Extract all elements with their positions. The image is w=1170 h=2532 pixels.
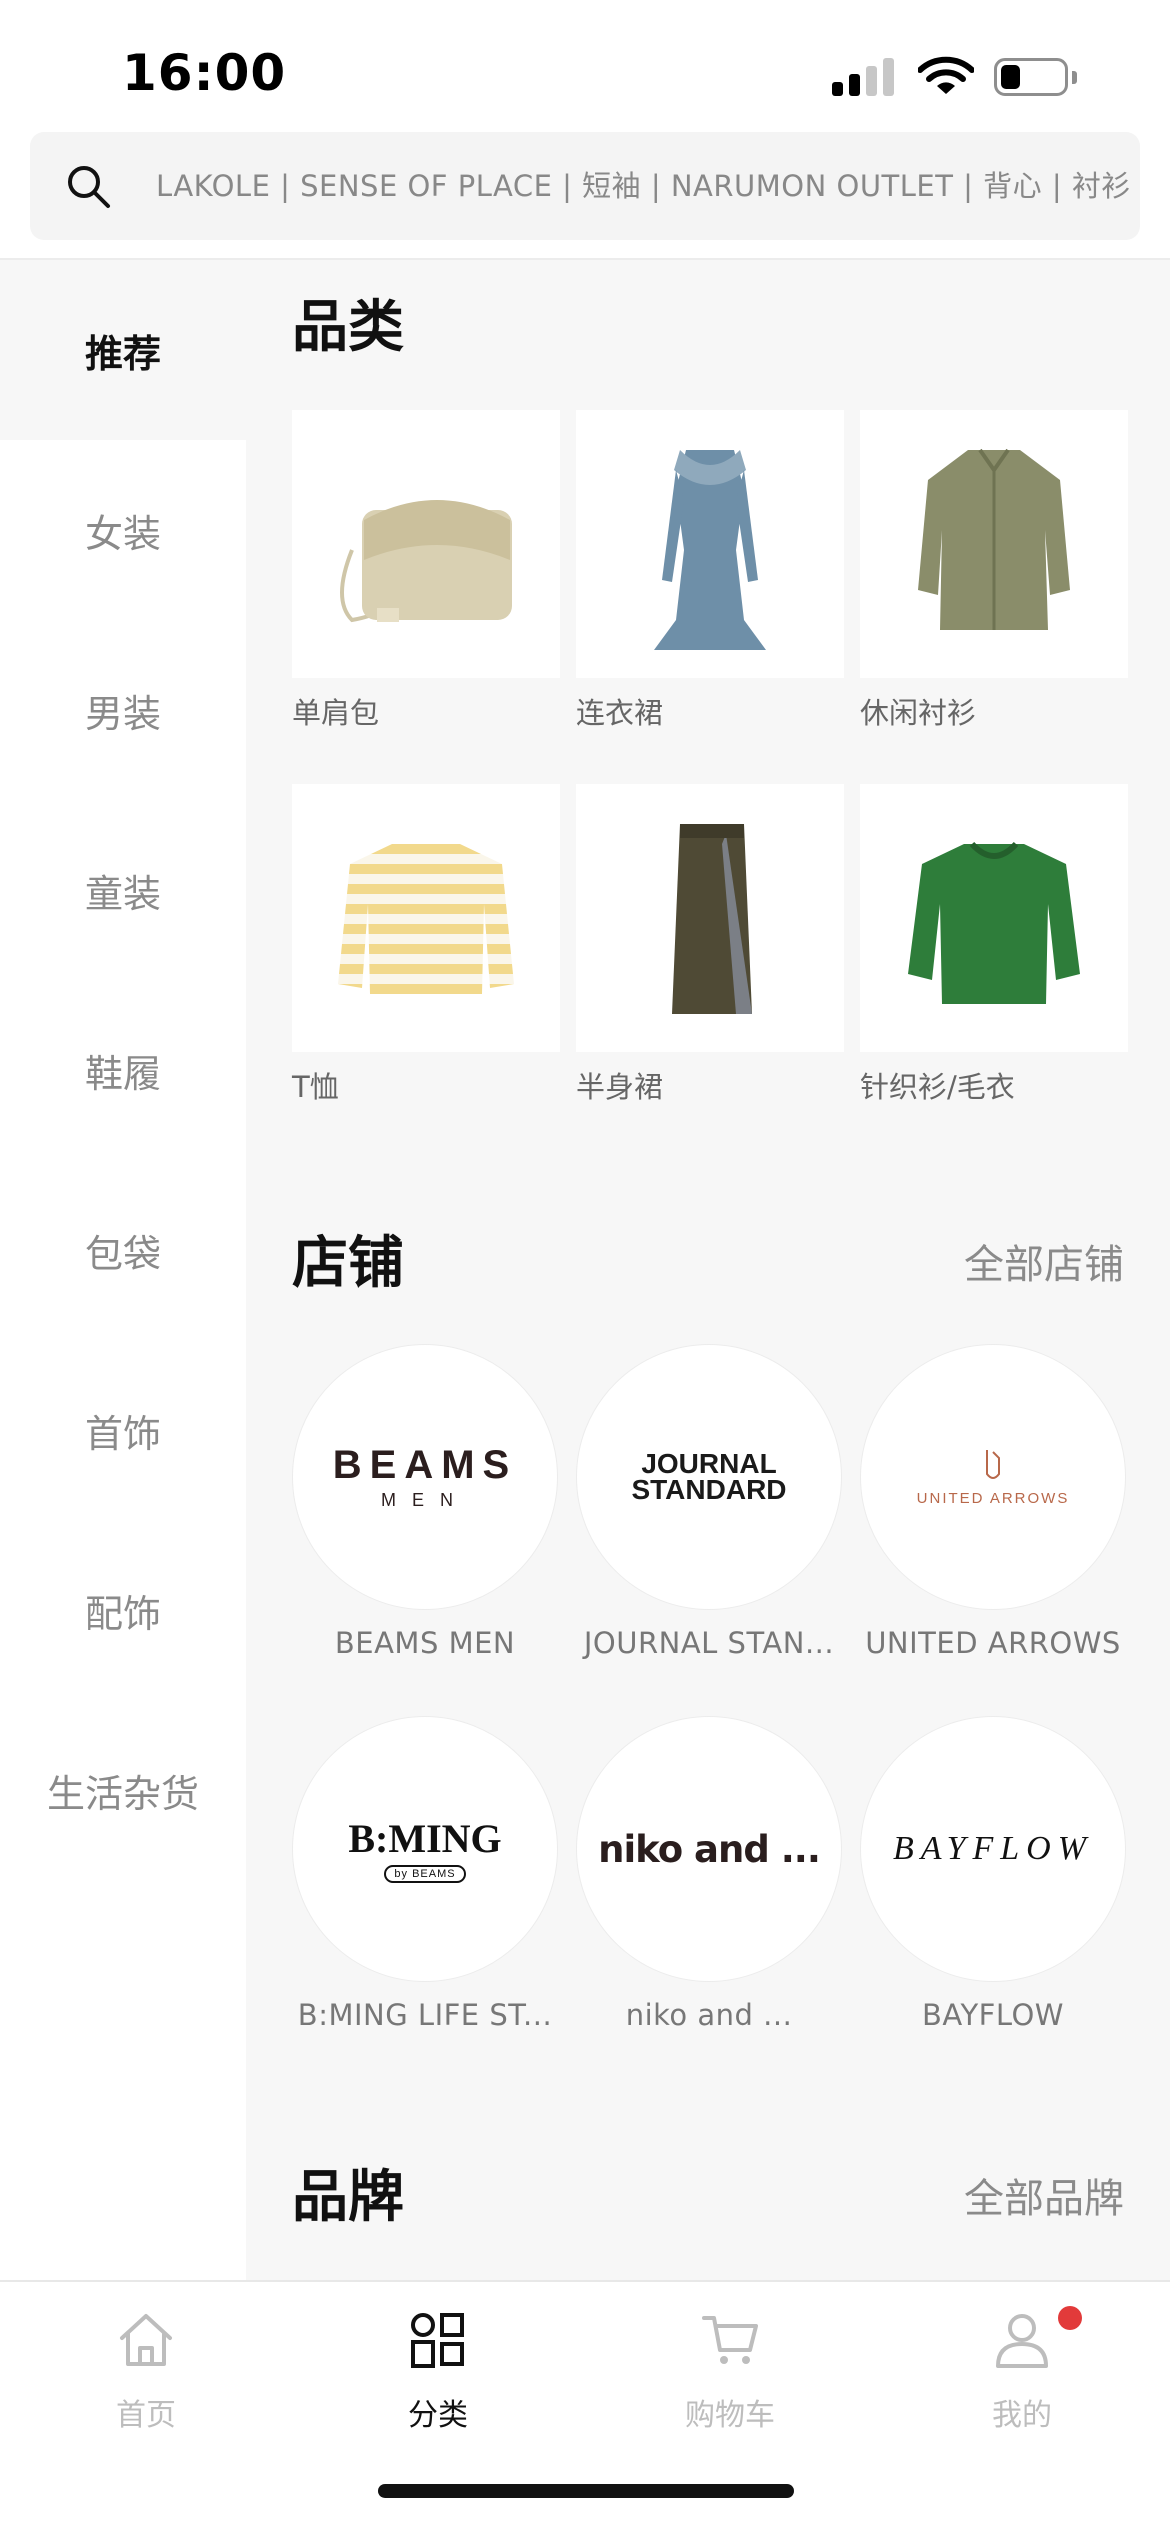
sidebar-item-women[interactable]: 女装 <box>0 440 246 620</box>
sidebar-item-jewelry[interactable]: 首饰 <box>0 1340 246 1520</box>
status-icons <box>832 52 1092 102</box>
store-label: JOURNAL STAN... <box>583 1626 835 1660</box>
tab-label: 分类 <box>408 2398 468 2433</box>
tab-label: 我的 <box>992 2398 1052 2433</box>
status-bar: 16:00 <box>0 0 1170 130</box>
cart-icon <box>702 2316 758 2364</box>
status-time: 16:00 <box>122 44 287 102</box>
sidebar-item-shoes[interactable]: 鞋履 <box>0 980 246 1160</box>
store-logo: BAYFLOW <box>892 1830 1094 1867</box>
category-tile-dress[interactable] <box>576 410 844 678</box>
section-title-categories: 品类 <box>292 295 404 360</box>
tab-profile[interactable]: 我的 <box>876 2282 1168 2462</box>
category-sidebar: 推荐 女装 男装 童装 鞋履 包袋 首饰 配饰 生活杂货 <box>0 260 246 2280</box>
home-indicator <box>378 2484 794 2498</box>
store-logo-beams-men[interactable]: BEAMS MEN <box>292 1344 558 1610</box>
skirt-image <box>672 824 752 1014</box>
store-logo: JOURNAL STANDARD <box>631 1448 787 1505</box>
tab-label: 首页 <box>116 2398 176 2433</box>
tab-home[interactable]: 首页 <box>0 2282 292 2462</box>
striped-tshirt-image <box>338 844 514 994</box>
category-tile-shoulder-bag[interactable] <box>292 410 560 678</box>
search-input-placeholder[interactable]: LAKOLE | SENSE OF PLACE | 短袖 | NARUMON O… <box>156 132 1131 240</box>
category-label: 针织衫/毛衣 <box>860 1070 1015 1104</box>
store-logo: B:MING by BEAMS <box>348 1815 502 1883</box>
home-icon <box>120 2314 172 2366</box>
category-tile-skirt[interactable] <box>576 784 844 1052</box>
category-tile-tshirt[interactable] <box>292 784 560 1052</box>
sidebar-item-recommend[interactable]: 推荐 <box>0 260 246 440</box>
store-label: BAYFLOW <box>921 1998 1064 2032</box>
store-label: UNITED ARROWS <box>865 1626 1121 1660</box>
sidebar-item-lifestyle[interactable]: 生活杂货 <box>0 1700 246 1880</box>
tab-cart[interactable]: 购物车 <box>584 2282 876 2462</box>
category-label: 单肩包 <box>292 696 380 730</box>
all-stores-link[interactable]: 全部店铺 <box>964 1232 1124 1290</box>
profile-icon <box>996 2314 1048 2368</box>
dress-image <box>654 450 766 650</box>
store-label: BEAMS MEN <box>334 1626 516 1660</box>
notification-badge <box>1058 2306 1082 2330</box>
search-bar[interactable]: LAKOLE | SENSE OF PLACE | 短袖 | NARUMON O… <box>30 132 1140 240</box>
category-label: 半身裙 <box>576 1070 664 1104</box>
section-title-brands: 品牌 <box>292 2165 404 2230</box>
shoulder-bag-image <box>340 500 512 623</box>
category-tile-sweater[interactable] <box>860 784 1128 1052</box>
store-logo-bming[interactable]: B:MING by BEAMS <box>292 1716 558 1982</box>
sidebar-item-bags[interactable]: 包袋 <box>0 1160 246 1340</box>
category-tile-casual-shirt[interactable] <box>860 410 1128 678</box>
cellular-signal-icon <box>832 56 894 96</box>
store-logo: niko and ... <box>598 1827 821 1871</box>
store-label: niko and ... <box>625 1998 793 2032</box>
sidebar-item-kids[interactable]: 童装 <box>0 800 246 980</box>
battery-level <box>1001 65 1020 89</box>
store-logo-journal-standard[interactable]: JOURNAL STANDARD <box>576 1344 842 1610</box>
battery-icon <box>994 58 1068 96</box>
store-logo: UNITED ARROWS <box>917 1448 1070 1507</box>
section-title-stores: 店铺 <box>292 1231 404 1296</box>
sweater-image <box>908 841 1080 1004</box>
main-content: 品类 单肩包 连衣裙 休闲衬衫 T恤 半身裙 针织衫/毛衣 店铺 全部店铺 BE… <box>246 260 1170 2280</box>
sidebar-item-accessories[interactable]: 配饰 <box>0 1520 246 1700</box>
all-brands-link[interactable]: 全部品牌 <box>964 2166 1124 2224</box>
casual-shirt-image <box>918 448 1070 630</box>
sidebar-item-men[interactable]: 男装 <box>0 620 246 800</box>
category-label: 连衣裙 <box>576 696 664 730</box>
store-logo-niko-and[interactable]: niko and ... <box>576 1716 842 1982</box>
tab-category[interactable]: 分类 <box>292 2282 584 2462</box>
united-arrows-mark-icon <box>986 1449 1000 1479</box>
search-icon <box>68 166 110 208</box>
store-label: B:MING LIFE ST... <box>297 1998 553 2032</box>
wifi-icon <box>918 56 974 94</box>
category-label: 休闲衬衫 <box>860 696 977 730</box>
category-icon <box>411 2313 464 2368</box>
tab-label: 购物车 <box>685 2398 775 2433</box>
store-logo-bayflow[interactable]: BAYFLOW <box>860 1716 1126 1982</box>
category-label: T恤 <box>292 1070 339 1104</box>
store-logo-united-arrows[interactable]: UNITED ARROWS <box>860 1344 1126 1610</box>
store-logo: BEAMS MEN <box>332 1443 518 1510</box>
